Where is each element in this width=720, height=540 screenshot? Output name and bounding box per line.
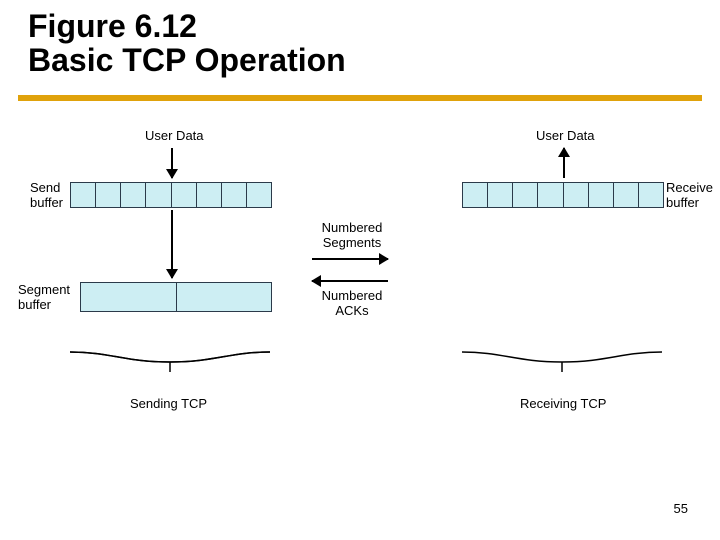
title-underline [18, 95, 702, 101]
buffer-cell [121, 183, 146, 207]
numbered-acks-label: Numbered ACKs [312, 288, 392, 318]
buffer-cell [589, 183, 614, 207]
receive-buffer-label: Receive buffer [666, 180, 713, 210]
arrow-user-to-send [171, 148, 173, 178]
sending-brace-icon [70, 350, 270, 378]
arrow-receive-to-user [563, 148, 565, 178]
receive-buffer [462, 182, 664, 208]
buffer-cell [488, 183, 513, 207]
buffer-cell [96, 183, 121, 207]
page-number: 55 [674, 501, 688, 516]
send-buffer [70, 182, 272, 208]
buffer-cell [564, 183, 589, 207]
arrow-right-icon [379, 253, 389, 265]
user-data-left-label: User Data [145, 128, 204, 143]
sending-tcp-label: Sending TCP [130, 396, 207, 411]
buffer-cell [463, 183, 488, 207]
numbered-segments-label: Numbered Segments [312, 220, 392, 250]
receiving-tcp-label: Receiving TCP [520, 396, 606, 411]
segment-cell [177, 283, 272, 311]
arrow-segments-right [312, 258, 388, 260]
figure-number: Figure 6.12 [28, 10, 346, 44]
user-data-right-label: User Data [536, 128, 595, 143]
arrow-down-icon [166, 269, 178, 279]
receiving-brace-icon [462, 350, 662, 378]
buffer-cell [247, 183, 271, 207]
segment-buffer [80, 282, 272, 312]
buffer-cell [197, 183, 222, 207]
buffer-cell [222, 183, 247, 207]
figure-title: Figure 6.12 Basic TCP Operation [28, 10, 346, 77]
buffer-cell [71, 183, 96, 207]
buffer-cell [146, 183, 171, 207]
arrow-send-to-segment [171, 210, 173, 278]
figure-caption: Basic TCP Operation [28, 44, 346, 78]
arrow-up-icon [558, 147, 570, 157]
arrow-acks-left [312, 280, 388, 282]
segment-cell [81, 283, 177, 311]
send-buffer-label: Send buffer [30, 180, 63, 210]
buffer-cell [614, 183, 639, 207]
buffer-cell [639, 183, 663, 207]
arrow-down-icon [166, 169, 178, 179]
buffer-cell [538, 183, 563, 207]
buffer-cell [513, 183, 538, 207]
buffer-cell [172, 183, 197, 207]
arrow-left-icon [311, 275, 321, 287]
segment-buffer-label: Segment buffer [18, 282, 70, 312]
